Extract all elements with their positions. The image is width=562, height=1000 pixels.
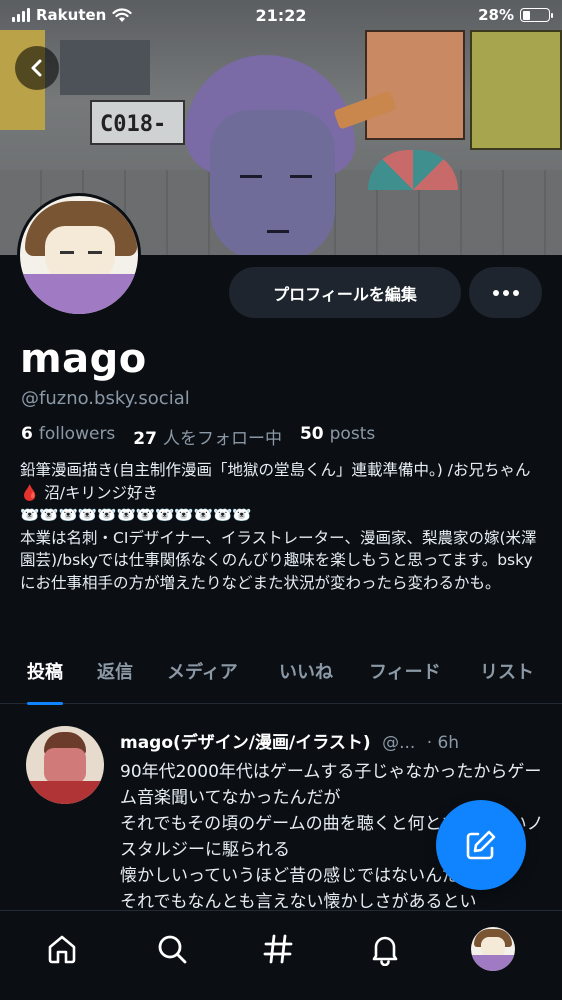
tab-replies[interactable]: 返信 (97, 652, 133, 704)
compose-post-button[interactable] (436, 800, 526, 890)
followers-count: 6 (21, 424, 33, 444)
followers-link[interactable]: 6 followers (21, 424, 115, 449)
tab-likes[interactable]: いいね (279, 652, 333, 704)
display-name: mago (20, 336, 147, 382)
followers-label: followers (38, 424, 116, 444)
banner-illustration (185, 55, 397, 255)
nav-feeds[interactable] (258, 929, 298, 969)
tab-media[interactable]: メディア (167, 652, 238, 704)
bottom-navigation (0, 910, 562, 1000)
pencil-square-icon (466, 830, 496, 860)
posts-stat: 50 posts (300, 424, 375, 449)
search-icon (158, 935, 187, 964)
home-icon (48, 935, 76, 964)
post-timestamp: · 6h (426, 733, 460, 753)
hash-icon (263, 934, 293, 964)
edit-profile-button[interactable]: プロフィールを編集 (229, 267, 461, 318)
post-author-avatar[interactable] (26, 726, 104, 804)
nav-profile[interactable] (471, 927, 515, 971)
nav-notifications[interactable] (365, 929, 405, 969)
tab-lists[interactable]: リスト (480, 652, 534, 704)
status-bar: Rakuten 21:22 28% (0, 0, 562, 32)
battery-percent: 28% (478, 6, 514, 24)
following-count: 27 (133, 429, 157, 449)
battery-fill (522, 10, 530, 20)
handle: @fuzno.bsky.social (21, 388, 190, 409)
posts-count: 50 (299, 424, 324, 444)
profile-avatar[interactable] (17, 193, 141, 317)
post-author-handle: @... (382, 733, 416, 753)
following-label: 人をフォロー中 (162, 429, 282, 449)
tab-feeds[interactable]: フィード (369, 652, 441, 704)
nav-search[interactable] (152, 929, 192, 969)
posts-label: posts (329, 424, 376, 444)
more-options-button[interactable] (469, 267, 542, 318)
profile-stats: 6 followers 27 人をフォロー中 50 posts (21, 424, 375, 449)
bell-icon (372, 936, 398, 966)
tab-posts[interactable]: 投稿 (27, 652, 63, 705)
ellipsis-icon (492, 289, 499, 296)
chevron-left-icon (31, 59, 42, 77)
post-author-name[interactable]: mago(デザイン/漫画/イラスト) (120, 733, 371, 753)
post-header: mago(デザイン/漫画/イラスト) @... · 6h (120, 728, 459, 753)
battery-icon (520, 8, 553, 22)
battery-group: 28% (478, 6, 553, 24)
profile-avatar-small (471, 927, 515, 971)
nav-home[interactable] (42, 929, 82, 969)
following-link[interactable]: 27 人をフォロー中 (133, 424, 282, 449)
back-button[interactable] (15, 46, 59, 90)
profile-tabs: 投稿 返信 メディア いいね フィード リスト (0, 652, 562, 705)
banner-sign-text: C018- (100, 112, 167, 137)
profile-bio: 鉛筆漫画描き(自主制作漫画「地獄の堂島くん」連載準備中。) /お兄ちゃん 🩸 沼… (20, 461, 537, 592)
